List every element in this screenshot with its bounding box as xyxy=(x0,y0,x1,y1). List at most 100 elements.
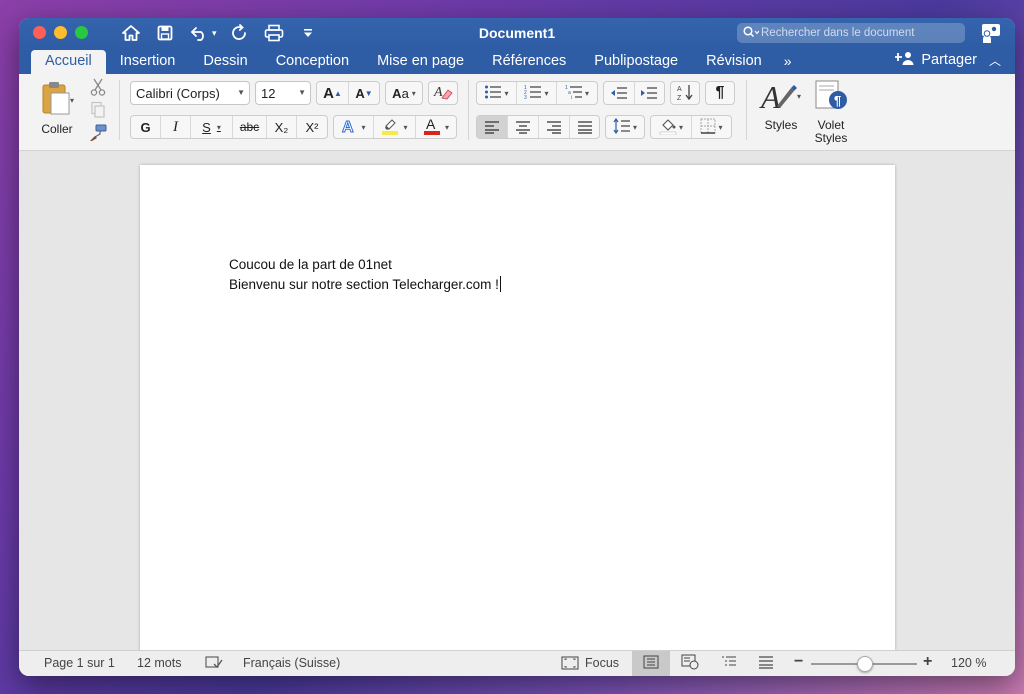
home-icon[interactable] xyxy=(120,22,142,44)
strikethrough-button[interactable]: abc xyxy=(233,116,267,138)
line-spacing-button[interactable]: ▾ xyxy=(605,115,645,139)
line-spacing-icon xyxy=(613,117,631,137)
text-style-group: G I S ▾ abc X₂ X² xyxy=(130,115,328,139)
font-size-select[interactable]: 12 ▼ xyxy=(255,81,311,105)
numbering-button[interactable]: 1 2 3 ▾ xyxy=(517,82,557,104)
word-count[interactable]: 12 mots xyxy=(137,656,181,670)
zoom-level[interactable]: 120 % xyxy=(951,656,986,670)
styles-gallery-button[interactable]: A ▾ xyxy=(757,76,805,116)
zoom-button[interactable] xyxy=(75,26,88,39)
cut-icon[interactable] xyxy=(89,78,107,96)
styles-pane-label-line2: Styles xyxy=(814,131,848,145)
tab-conception[interactable]: Conception xyxy=(262,50,363,74)
subscript-button[interactable]: X₂ xyxy=(267,116,297,138)
web-layout-icon xyxy=(681,654,699,673)
minimize-button[interactable] xyxy=(54,26,67,39)
styles-pane-button[interactable]: ¶ xyxy=(813,78,849,114)
account-icon[interactable] xyxy=(980,22,1002,44)
show-formatting-button[interactable]: ¶ xyxy=(705,81,735,105)
tab-mise-en-page[interactable]: Mise en page xyxy=(363,50,478,74)
document-body[interactable]: Coucou de la part de 01net Bienvenu sur … xyxy=(229,255,501,295)
tab-publipostage[interactable]: Publipostage xyxy=(580,50,692,74)
document-canvas[interactable]: Coucou de la part de 01net Bienvenu sur … xyxy=(19,151,1015,655)
align-left-icon[interactable] xyxy=(477,116,508,138)
print-layout-icon xyxy=(643,655,659,672)
zoom-slider-knob[interactable] xyxy=(857,656,873,672)
tab-dessin[interactable]: Dessin xyxy=(189,50,261,74)
focus-label[interactable]: Focus xyxy=(585,656,619,670)
chevron-down-icon: ▼ xyxy=(298,88,306,97)
undo-dropdown-icon[interactable]: ▾ xyxy=(212,28,217,39)
sort-icon: AZ xyxy=(676,83,694,104)
tab-insertion[interactable]: Insertion xyxy=(106,50,190,74)
collapse-ribbon-icon[interactable]: ︿ xyxy=(989,52,1001,69)
superscript-button[interactable]: X² xyxy=(297,116,327,138)
text-effects-button[interactable]: A ▾ xyxy=(334,116,374,138)
borders-button[interactable]: ▾ xyxy=(692,116,731,138)
tab-references[interactable]: Références xyxy=(478,50,580,74)
svg-text:A: A xyxy=(759,79,781,114)
search-input[interactable] xyxy=(761,27,951,39)
shading-button[interactable]: ▾ xyxy=(651,116,692,138)
chevron-down-icon: ▾ xyxy=(504,88,509,98)
share-label: Partager xyxy=(921,52,977,68)
bold-button[interactable]: G xyxy=(131,116,161,138)
paste-label: Coller xyxy=(41,122,73,136)
paste-dropdown-icon[interactable]: ▾ xyxy=(70,96,74,105)
text-cursor xyxy=(499,276,501,292)
multilevel-list-button[interactable]: 1 a i ▾ xyxy=(557,82,597,104)
change-case-icon: Aa xyxy=(392,85,409,101)
paragraph-2[interactable]: Bienvenu sur notre section Telecharger.c… xyxy=(229,275,501,295)
grow-font-icon[interactable]: A ▲ xyxy=(317,82,349,104)
proofing-icon[interactable] xyxy=(205,655,223,674)
undo-icon[interactable] xyxy=(188,22,210,44)
copy-icon[interactable] xyxy=(89,101,107,119)
ribbon: Coller ▾ Calibri (Corps) ▼ 12 ▼ A▲ A▼ xyxy=(19,74,1015,151)
draft-view-button[interactable] xyxy=(747,651,785,676)
status-bar: Page 1 sur 1 12 mots Français (Suisse) F… xyxy=(19,650,1015,676)
outline-view-button[interactable] xyxy=(710,651,748,676)
ribbon-separator xyxy=(746,80,747,140)
text-color-group: A ▾ ▾ A ▾ xyxy=(333,115,457,139)
alignment-group xyxy=(476,115,600,139)
print-icon[interactable] xyxy=(263,22,285,44)
clear-formatting-button[interactable]: A xyxy=(428,81,458,105)
page-count[interactable]: Page 1 sur 1 xyxy=(44,656,115,670)
share-button[interactable]: Partager ︿ xyxy=(894,51,1001,69)
web-layout-view-button[interactable] xyxy=(671,651,709,676)
format-painter-icon[interactable] xyxy=(89,124,107,142)
more-tabs-icon[interactable]: » xyxy=(776,50,800,74)
change-case-button[interactable]: Aa ▾ xyxy=(385,81,423,105)
shrink-font-icon[interactable]: A ▼ xyxy=(349,82,379,104)
sort-button[interactable]: AZ xyxy=(670,81,700,105)
font-name-select[interactable]: Calibri (Corps) ▼ xyxy=(130,81,250,105)
outline-icon xyxy=(721,655,737,672)
focus-icon[interactable] xyxy=(561,655,579,674)
font-color-button[interactable]: A ▾ xyxy=(416,116,456,138)
tab-revision[interactable]: Révision xyxy=(692,50,776,74)
save-icon[interactable] xyxy=(154,22,176,44)
align-right-icon[interactable] xyxy=(539,116,570,138)
paste-button[interactable]: Coller xyxy=(29,80,85,136)
print-layout-view-button[interactable] xyxy=(632,651,670,676)
bullets-button[interactable]: ▾ xyxy=(477,82,517,104)
language[interactable]: Français (Suisse) xyxy=(243,656,340,670)
add-person-icon xyxy=(894,51,915,69)
decrease-indent-icon[interactable] xyxy=(604,82,635,104)
paragraph-1[interactable]: Coucou de la part de 01net xyxy=(229,255,501,275)
zoom-in-icon[interactable]: + xyxy=(923,653,932,671)
increase-indent-icon[interactable] xyxy=(635,82,665,104)
redo-icon[interactable] xyxy=(229,22,251,44)
document-page[interactable]: Coucou de la part de 01net Bienvenu sur … xyxy=(140,165,895,655)
italic-button[interactable]: I xyxy=(161,116,191,138)
align-center-icon[interactable] xyxy=(508,116,539,138)
close-button[interactable] xyxy=(33,26,46,39)
search-box[interactable] xyxy=(737,23,965,43)
highlight-button[interactable]: ▾ xyxy=(374,116,416,138)
text-effects-icon: A xyxy=(341,118,357,137)
justify-icon[interactable] xyxy=(570,116,599,138)
customize-toolbar-icon[interactable] xyxy=(297,22,319,44)
underline-button[interactable]: S ▾ xyxy=(191,116,233,138)
zoom-out-icon[interactable]: − xyxy=(794,653,803,671)
tab-accueil[interactable]: Accueil xyxy=(31,50,106,74)
